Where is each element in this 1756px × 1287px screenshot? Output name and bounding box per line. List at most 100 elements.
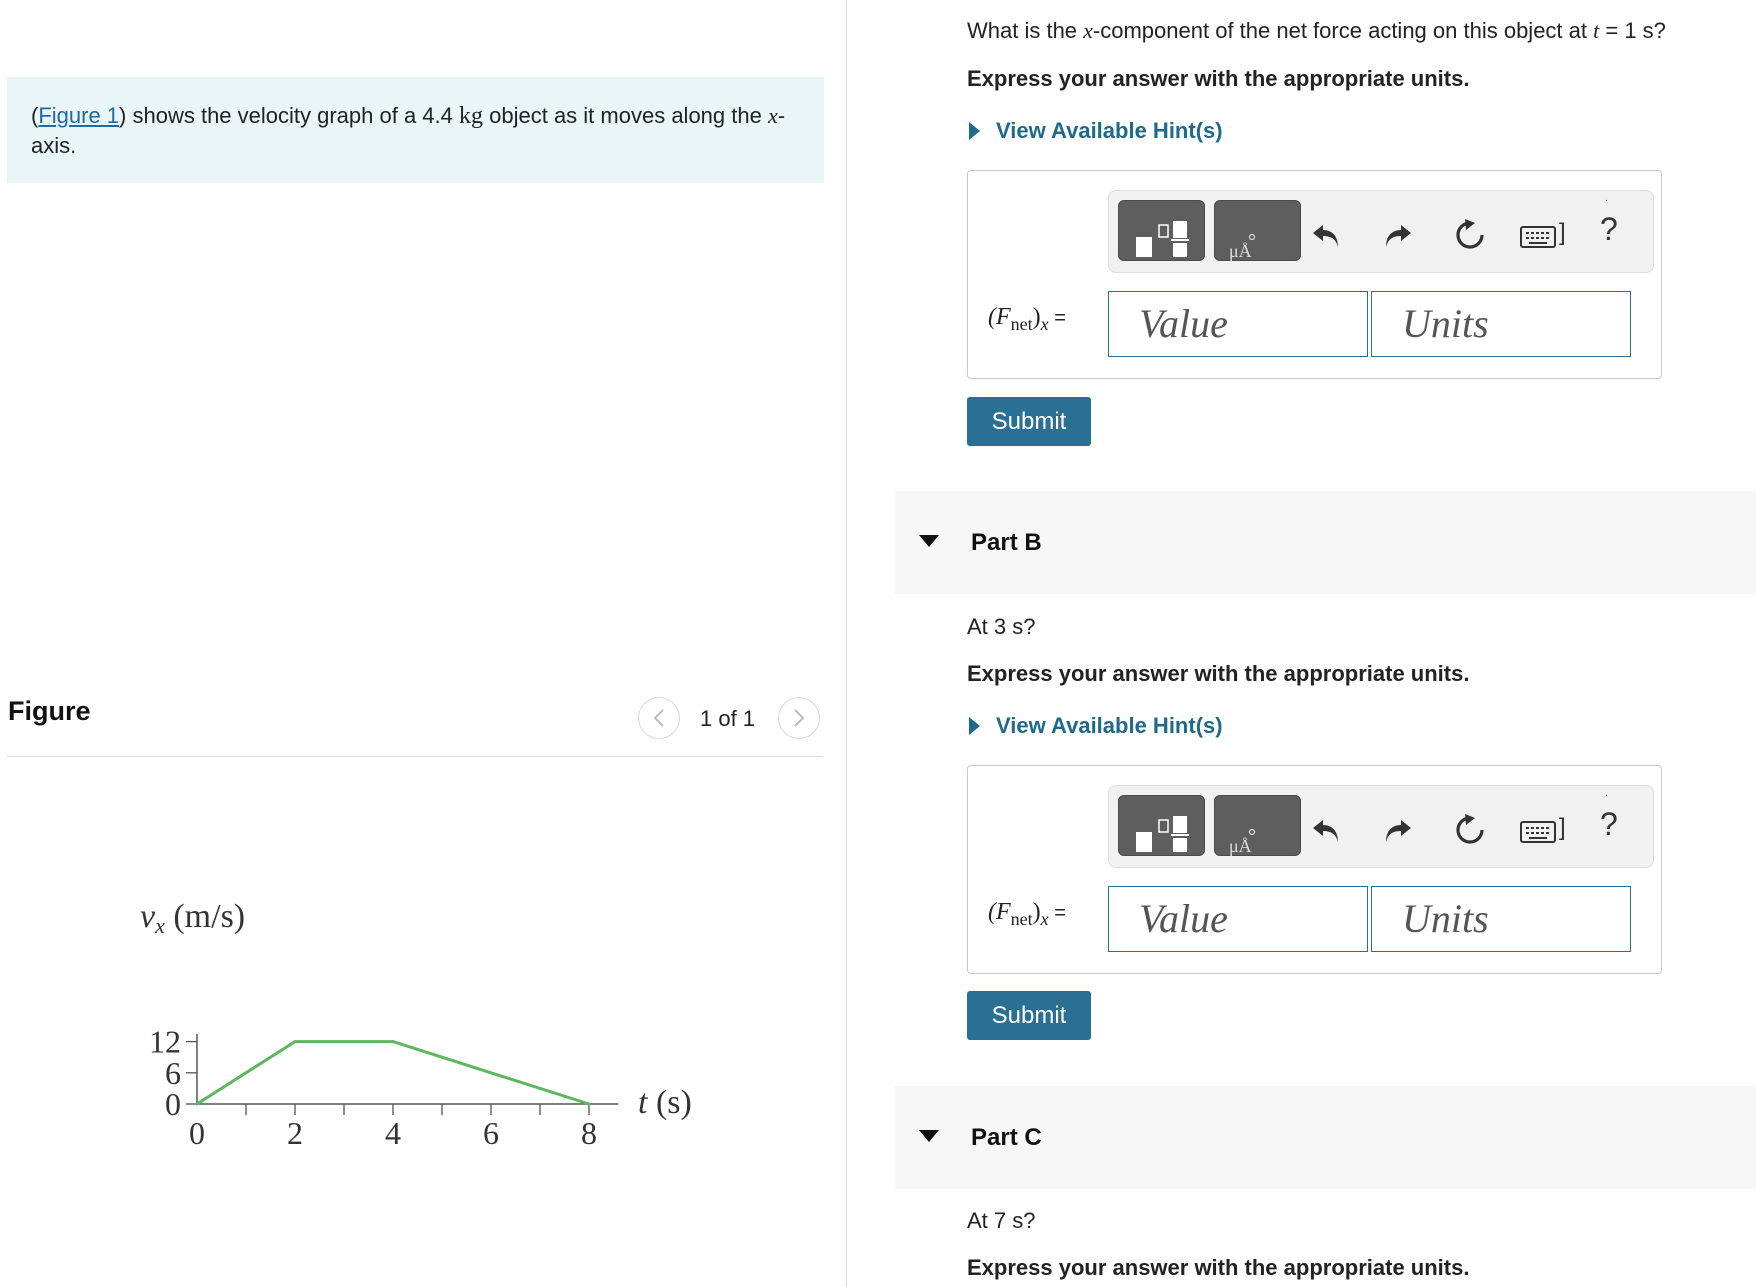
figure-header: Figure 1 of 1 bbox=[7, 690, 823, 757]
math-toolbar: μÅ ] · ? bbox=[1108, 785, 1654, 868]
eq-equals: = bbox=[1048, 902, 1066, 924]
eq-equals: = bbox=[1048, 307, 1066, 329]
part-a-hint-toggle[interactable]: View Available Hint(s) bbox=[967, 118, 1223, 144]
reset-icon[interactable] bbox=[1452, 217, 1488, 253]
part-c-label: Part C bbox=[971, 1124, 1042, 1151]
chart-series bbox=[195, 1040, 591, 1106]
part-a-submit-button[interactable]: Submit bbox=[967, 397, 1091, 446]
part-b-question: At 3 s? bbox=[967, 614, 1036, 639]
value-input[interactable]: Value bbox=[1108, 886, 1368, 952]
panel-divider bbox=[846, 0, 847, 1287]
math-toolbar: μÅ ] · ? bbox=[1108, 190, 1654, 273]
x-tick-label: 8 bbox=[581, 1115, 597, 1151]
data-point bbox=[293, 1040, 297, 1044]
y-tick-label: 0 bbox=[165, 1086, 181, 1122]
part-b-instruction: Express your answer with the appropriate… bbox=[967, 661, 1470, 686]
part-c-instruction: Express your answer with the appropriate… bbox=[967, 1255, 1470, 1280]
units-glyph: μÅ bbox=[1229, 836, 1252, 856]
part-b-answer-box: μÅ ] · ? (Fnet)x = Value Units bbox=[967, 765, 1662, 974]
part-a-instruction: Express your answer with the appropriate… bbox=[967, 66, 1470, 91]
redo-icon[interactable] bbox=[1380, 217, 1416, 253]
redo-icon[interactable] bbox=[1380, 812, 1416, 848]
caret-right-icon bbox=[969, 717, 980, 735]
velocity-graph: 0 2 4 6 80612 vx (m/s) t (s) bbox=[140, 898, 692, 1151]
part-b-label: Part B bbox=[971, 529, 1042, 556]
keyboard-icon[interactable]: ] bbox=[1519, 812, 1571, 848]
x-tick-label: 2 bbox=[287, 1115, 303, 1151]
y-tick-label: 12 bbox=[149, 1024, 181, 1060]
keyboard-icon[interactable]: ] bbox=[1519, 217, 1571, 253]
templates-button[interactable] bbox=[1118, 200, 1205, 261]
eq-sub-net: net bbox=[1010, 908, 1033, 929]
templates-icon bbox=[1136, 816, 1189, 852]
units-input[interactable]: Units bbox=[1371, 886, 1631, 952]
chevron-left-icon bbox=[653, 709, 664, 727]
caret-right-icon bbox=[969, 122, 980, 140]
x-tick-label: 0 bbox=[189, 1115, 205, 1151]
eq-sub-net: net bbox=[1010, 313, 1033, 334]
y-axis-label: vx (m/s) bbox=[140, 898, 245, 938]
x-tick-label: 4 bbox=[385, 1115, 401, 1151]
reset-icon[interactable] bbox=[1452, 812, 1488, 848]
eq-sub-x: x bbox=[1040, 313, 1049, 334]
units-button[interactable]: μÅ bbox=[1214, 795, 1301, 856]
eq-paren: ) bbox=[1032, 304, 1041, 330]
part-c-question: At 7 s? bbox=[967, 1208, 1036, 1233]
velocity-series-line bbox=[196, 1040, 590, 1106]
figure-1-link[interactable]: Figure 1 bbox=[38, 103, 119, 128]
net-force-label: (Fnet)x = bbox=[988, 898, 1066, 930]
keyboard-cursor: ] bbox=[1559, 219, 1566, 246]
question-text: -component of the net force acting on th… bbox=[1092, 18, 1594, 43]
figure-pager-text: 1 of 1 bbox=[700, 706, 756, 731]
data-point bbox=[195, 1102, 199, 1106]
net-force-label: (Fnet)x = bbox=[988, 303, 1066, 335]
eq-F: (F bbox=[988, 899, 1011, 925]
keyboard-cursor: ] bbox=[1559, 814, 1566, 841]
undo-icon[interactable] bbox=[1308, 217, 1344, 253]
units-icon: μÅ bbox=[1229, 233, 1256, 261]
units-button[interactable]: μÅ bbox=[1214, 200, 1301, 261]
part-a-question: What is the x-component of the net force… bbox=[967, 18, 1666, 44]
hint-label: View Available Hint(s) bbox=[996, 118, 1223, 143]
units-icon: μÅ bbox=[1229, 828, 1256, 856]
value-input[interactable]: Value bbox=[1108, 291, 1368, 357]
hint-label: View Available Hint(s) bbox=[996, 713, 1223, 738]
caret-down-icon bbox=[919, 535, 939, 547]
part-b-header[interactable]: Part B bbox=[895, 491, 1756, 594]
eq-sub-x: x bbox=[1040, 908, 1049, 929]
part-b-submit-button[interactable]: Submit bbox=[967, 991, 1091, 1040]
data-point bbox=[391, 1040, 395, 1044]
next-figure-button[interactable] bbox=[778, 697, 820, 739]
help-icon[interactable]: ? bbox=[1600, 211, 1618, 248]
question-text: = 1 s? bbox=[1599, 18, 1666, 43]
toolbar-dot: · bbox=[1605, 790, 1609, 801]
left-panel: (Figure 1) shows the velocity graph of a… bbox=[0, 0, 846, 1287]
y-tick-label: 6 bbox=[165, 1055, 181, 1091]
templates-button[interactable] bbox=[1118, 795, 1205, 856]
x-tick-label: 6 bbox=[483, 1115, 499, 1151]
var-x: x bbox=[767, 103, 778, 128]
intro-text-1: ) shows the velocity graph of a 4.4 bbox=[119, 103, 460, 128]
x-axis-label: t (s) bbox=[638, 1084, 692, 1121]
eq-paren: ) bbox=[1032, 899, 1041, 925]
help-icon[interactable]: ? bbox=[1600, 806, 1618, 843]
unit-kg: kg bbox=[459, 103, 484, 129]
part-a-answer-box: μÅ ] · ? (Fnet)x = Value Units bbox=[967, 170, 1662, 379]
intro-text-2: object as it moves along the bbox=[483, 103, 768, 128]
undo-icon[interactable] bbox=[1308, 812, 1344, 848]
data-point bbox=[587, 1102, 591, 1106]
var-x: x bbox=[1083, 18, 1093, 43]
units-input[interactable]: Units bbox=[1371, 291, 1631, 357]
templates-icon bbox=[1136, 221, 1189, 257]
eq-F: (F bbox=[988, 304, 1011, 330]
previous-figure-button[interactable] bbox=[638, 697, 680, 739]
figure-title: Figure bbox=[8, 696, 91, 726]
toolbar-dot: · bbox=[1605, 195, 1609, 206]
chevron-right-icon bbox=[794, 709, 805, 727]
part-c-header[interactable]: Part C bbox=[895, 1086, 1756, 1189]
question-text: What is the bbox=[967, 18, 1084, 43]
caret-down-icon bbox=[919, 1130, 939, 1142]
part-b-hint-toggle[interactable]: View Available Hint(s) bbox=[967, 713, 1223, 739]
units-glyph: μÅ bbox=[1229, 241, 1252, 261]
problem-intro: (Figure 1) shows the velocity graph of a… bbox=[7, 77, 824, 183]
